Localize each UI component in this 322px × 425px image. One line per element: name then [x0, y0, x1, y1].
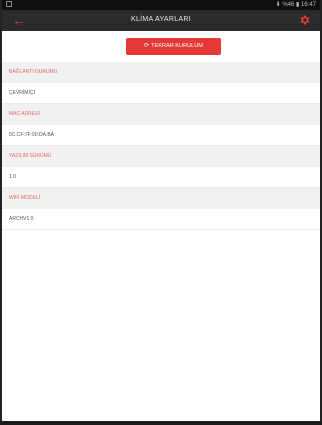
- reset-setup-button[interactable]: ⟳ TEKRAR KURULUM: [126, 38, 221, 55]
- settings-content: ⟳ TEKRAR KURULUM BAĞLANTI DURUMU ÇEVRİMİÇ…: [2, 31, 320, 421]
- wifi-model-label: WİFİ MODELİ: [2, 188, 320, 209]
- device-frame: ⬇ %46 ▮ 16:47 ← KLİMA AYARLARI ⟳ TEKRAR K…: [0, 0, 322, 425]
- page-title: KLİMA AYARLARI: [131, 16, 191, 23]
- status-indicators: ⬇ %46 ▮ 16:47: [275, 2, 316, 8]
- software-version-value: 1.0: [2, 167, 320, 188]
- reset-setup-label: TEKRAR KURULUM: [151, 43, 203, 49]
- device-bottom-edge: [0, 421, 322, 425]
- connection-status-label: BAĞLANTI DURUMU: [2, 62, 320, 83]
- gear-icon[interactable]: [299, 14, 311, 26]
- connection-status-value: ÇEVRİMİÇİ: [2, 83, 320, 104]
- app-bar: ← KLİMA AYARLARI: [2, 10, 320, 31]
- mac-address-value: 5C:CF:7F:90:DA:BA: [2, 125, 320, 146]
- refresh-icon: ⟳: [144, 43, 150, 49]
- wifi-model-value: ARCHV1.0: [2, 209, 320, 230]
- notification-icon: [6, 1, 12, 7]
- software-version-label: YAZILIM SÜRÜMÜ: [2, 146, 320, 167]
- status-bar: ⬇ %46 ▮ 16:47: [2, 0, 320, 10]
- mac-address-label: MAC ADRESİ: [2, 104, 320, 125]
